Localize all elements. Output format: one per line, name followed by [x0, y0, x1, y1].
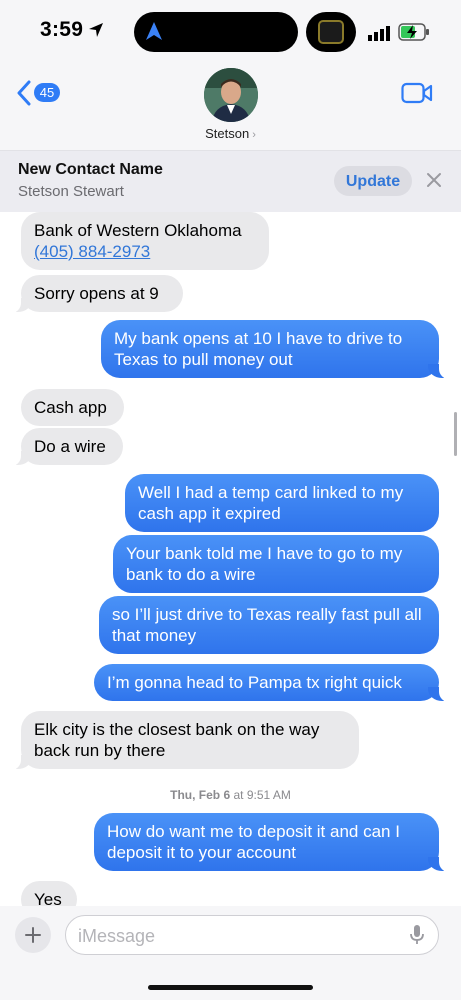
home-indicator[interactable]	[148, 985, 313, 990]
message-text: Your bank told me I have to go to my ban…	[126, 544, 403, 584]
status-time: 3:59	[40, 18, 84, 41]
message-text: Elk city is the closest bank on the way …	[34, 720, 320, 760]
message-bubble-incoming[interactable]: Bank of Western Oklahoma (405) 884-2973	[21, 212, 269, 270]
back-chevron-icon[interactable]	[16, 80, 32, 106]
island-app-icon	[318, 20, 344, 44]
message-text: How do want me to deposit it and can I d…	[107, 822, 400, 862]
contact-name[interactable]: Stetson ›	[0, 126, 461, 141]
message-bubble-incoming[interactable]: Cash app	[21, 389, 124, 426]
plus-button[interactable]	[15, 917, 51, 953]
message-bubble-incoming[interactable]: Sorry opens at 9	[10, 275, 183, 313]
message-bubble-incoming[interactable]: Elk city is the closest bank on the way …	[10, 711, 359, 770]
chevron-right-icon: ›	[252, 129, 256, 141]
banner-title: New Contact Name	[18, 161, 163, 178]
message-bubble-outgoing[interactable]: How do want me to deposit it and can I d…	[94, 813, 450, 872]
message-text: Well I had a temp card linked to my cash…	[138, 483, 404, 523]
message-bubble-outgoing[interactable]: Your bank told me I have to go to my ban…	[113, 535, 439, 593]
plus-icon	[25, 927, 41, 943]
message-bubble-incoming[interactable]: Do a wire	[10, 428, 123, 466]
location-arrow-icon	[89, 23, 103, 37]
microphone-icon[interactable]	[409, 924, 425, 946]
message-bubble-outgoing[interactable]: My bank opens at 10 I have to drive to T…	[101, 320, 450, 379]
signal-icon	[368, 26, 390, 41]
message-text: Do a wire	[34, 437, 106, 456]
message-text: Cash app	[34, 398, 107, 417]
message-bubble-outgoing[interactable]: Well I had a temp card linked to my cash…	[125, 474, 439, 532]
message-timestamp: Thu, Feb 6 at 9:51 AM	[170, 788, 291, 802]
message-text: so I’ll just drive to Texas really fast …	[112, 605, 422, 645]
message-bubble-outgoing[interactable]: I’m gonna head to Pampa tx right quick	[94, 664, 450, 702]
banner-subtitle: Stetson Stewart	[18, 183, 124, 200]
phone-number-link[interactable]: (405) 884-2973	[34, 241, 256, 262]
message-text: Bank of Western Oklahoma	[34, 221, 242, 240]
video-camera-icon[interactable]	[401, 82, 433, 104]
avatar[interactable]	[204, 68, 258, 122]
battery-charging-icon	[398, 23, 429, 41]
message-text: I’m gonna head to Pampa tx right quick	[107, 673, 402, 692]
unread-count-badge[interactable]: 45	[34, 83, 60, 102]
update-contact-button[interactable]: Update	[334, 166, 412, 196]
message-text: Sorry opens at 9	[34, 284, 159, 303]
message-bubble-outgoing[interactable]: so I’ll just drive to Texas really fast …	[99, 596, 439, 654]
navigation-icon	[146, 22, 162, 40]
message-input-placeholder: iMessage	[78, 926, 156, 946]
message-text: My bank opens at 10 I have to drive to T…	[114, 329, 403, 369]
close-icon[interactable]	[425, 171, 443, 189]
scrollbar[interactable]	[454, 412, 457, 456]
